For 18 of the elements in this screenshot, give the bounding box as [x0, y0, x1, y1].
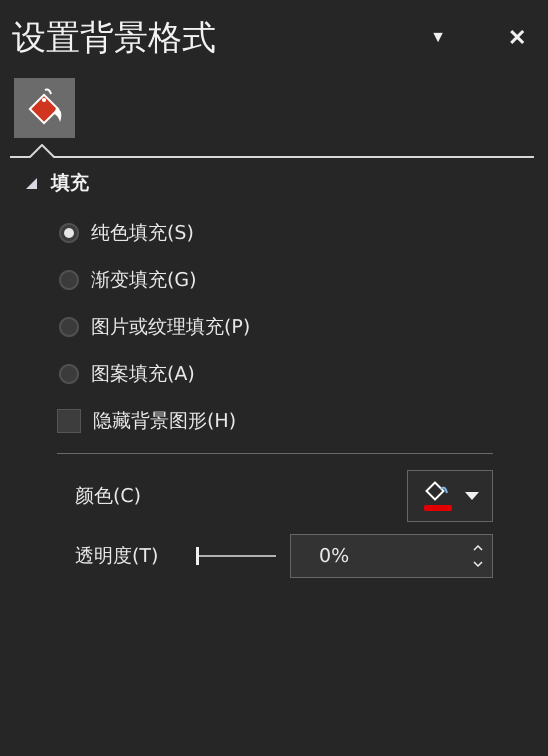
spinner-icon[interactable] [472, 543, 484, 569]
options-button[interactable]: ▼ [430, 29, 446, 47]
fill-option-radio[interactable]: 图片或纹理填充(P) [57, 312, 548, 341]
fill-tab[interactable] [14, 78, 75, 138]
expanded-triangle-icon [26, 178, 37, 188]
transparency-slider[interactable] [196, 546, 278, 566]
fill-option-radio[interactable]: 图案填充(A) [57, 359, 548, 388]
caret-icon [465, 492, 479, 500]
color-label: 颜色(C) [75, 484, 142, 509]
fill-option-radio[interactable]: 渐变填充(G) [57, 265, 548, 294]
fill-section-header[interactable]: 填充 [0, 158, 89, 196]
fill-option-radio[interactable]: 纯色填充(S) [57, 218, 548, 247]
pane-title: 设置背景格式 [12, 17, 217, 60]
close-button[interactable]: ✕ [508, 25, 526, 51]
transparency-field[interactable]: 0% [290, 534, 493, 578]
transparency-label: 透明度(T) [75, 544, 160, 569]
hide-background-checkbox[interactable]: 隐藏背景图形(H) [57, 406, 548, 435]
color-picker-button[interactable] [407, 470, 493, 522]
